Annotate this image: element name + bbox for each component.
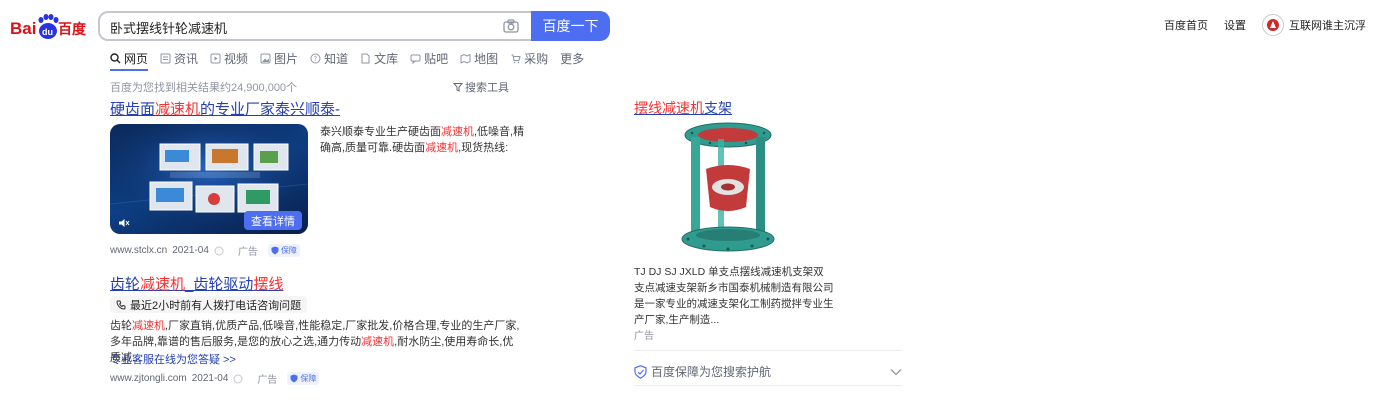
filter-icon [453, 83, 463, 92]
svg-text:du: du [42, 27, 53, 37]
shield-icon [271, 246, 279, 255]
baidu-logo[interactable]: Bai du 百度 [10, 12, 88, 42]
source-url[interactable]: www.stclx.cn [110, 245, 167, 256]
guarantee-badge[interactable]: 保障 [287, 372, 320, 385]
svg-text:Bai: Bai [10, 19, 36, 38]
search-box[interactable] [98, 11, 533, 41]
tab-zhidao[interactable]: ? 知道 [310, 48, 348, 68]
user-menu[interactable]: 互联网谁主沉浮 [1262, 14, 1366, 36]
tab-news[interactable]: 资讯 [160, 48, 198, 68]
paw-icon: du [38, 14, 59, 39]
tab-image[interactable]: 图片 [260, 48, 298, 68]
shield-icon [290, 374, 298, 383]
search-input[interactable] [110, 18, 490, 36]
svg-text:百度: 百度 [58, 21, 87, 38]
info-icon[interactable] [233, 374, 243, 384]
doc-icon [361, 53, 370, 63]
search-tabs: 网页 资讯 视频 图片 ? 知道 文库 贴吧 地图 采购 更多 [110, 48, 596, 71]
tab-more[interactable]: 更多 [560, 48, 584, 68]
result-2-source: www.zjtongli.com 2021-04 广告 保障 [110, 371, 320, 386]
source-url[interactable]: www.zjtongli.com [110, 373, 187, 384]
top-right-nav: 百度首页 设置 互联网谁主沉浮 [1164, 12, 1400, 38]
divider [634, 350, 902, 351]
info-icon[interactable] [214, 246, 224, 256]
divider [634, 385, 902, 386]
ad-label: 广告 [237, 247, 258, 258]
tab-tieba[interactable]: 贴吧 [410, 48, 448, 68]
map-icon [460, 53, 471, 64]
tab-video[interactable]: 视频 [210, 48, 248, 68]
product-image[interactable] [634, 121, 822, 259]
tab-web[interactable]: 网页 [110, 48, 149, 71]
tab-wenku[interactable]: 文库 [360, 48, 398, 68]
news-icon [160, 53, 171, 63]
search-button[interactable]: 百度一下 [531, 11, 610, 41]
result-count: 百度为您找到相关结果约24,900,000个 [110, 82, 298, 94]
ad-label: 广告 [634, 331, 654, 342]
result-1-video[interactable]: 查看详情 [110, 124, 308, 234]
result-2-title[interactable]: 齿轮减速机_齿轮驱动摆线 [110, 273, 283, 294]
camera-icon[interactable] [503, 19, 519, 33]
phone-consult-tag[interactable]: 最近2小时前有人拨打电话咨询问题 [110, 296, 308, 313]
search-protection-bar[interactable]: 百度保障为您搜索护航 [634, 363, 904, 380]
home-link[interactable]: 百度首页 [1164, 17, 1208, 33]
right-card-description: TJ DJ SJ JXLD 单支点摆线减速机支架双支点减速支架新乡市国泰机械制造… [634, 266, 834, 326]
username[interactable]: 互联网谁主沉浮 [1289, 17, 1366, 33]
online-service-link[interactable]: 专业客服在线为您答疑 >> [110, 351, 236, 367]
phone-icon [116, 300, 126, 309]
view-details-button[interactable]: 查看详情 [244, 211, 302, 230]
ad-label: 广告 [257, 375, 278, 386]
svg-text:?: ? [314, 55, 318, 63]
result-1-description: 泰兴顺泰专业生产硬齿面减速机,低噪音,精确高,质量可靠.硬齿面减速机,现货热线: [320, 126, 525, 154]
tab-map[interactable]: 地图 [460, 48, 498, 68]
video-icon [210, 53, 221, 63]
image-icon [260, 53, 271, 63]
shield-icon [634, 364, 647, 379]
result-1-title[interactable]: 硬齿面减速机的专业厂家泰兴顺泰- [110, 98, 340, 119]
forum-icon [410, 54, 421, 64]
avatar-icon [1267, 19, 1279, 31]
tab-purchase[interactable]: 采购 [510, 48, 548, 68]
source-date: 2021-04 [172, 245, 209, 256]
source-date: 2021-04 [191, 373, 229, 384]
result-1-source: www.stclx.cn 2021-04 广告 保障 [110, 243, 300, 258]
chevron-down-icon[interactable] [890, 368, 902, 376]
settings-link[interactable]: 设置 [1224, 17, 1246, 33]
search-tools-button[interactable]: 搜索工具 [453, 79, 509, 95]
search-icon [110, 52, 121, 63]
question-icon: ? [310, 53, 321, 63]
guarantee-badge[interactable]: 保障 [267, 244, 300, 257]
mute-icon[interactable] [118, 218, 130, 228]
purchase-icon [511, 54, 521, 63]
avatar[interactable] [1262, 14, 1284, 36]
right-card-title[interactable]: 摆线减速机支架 [634, 98, 732, 118]
